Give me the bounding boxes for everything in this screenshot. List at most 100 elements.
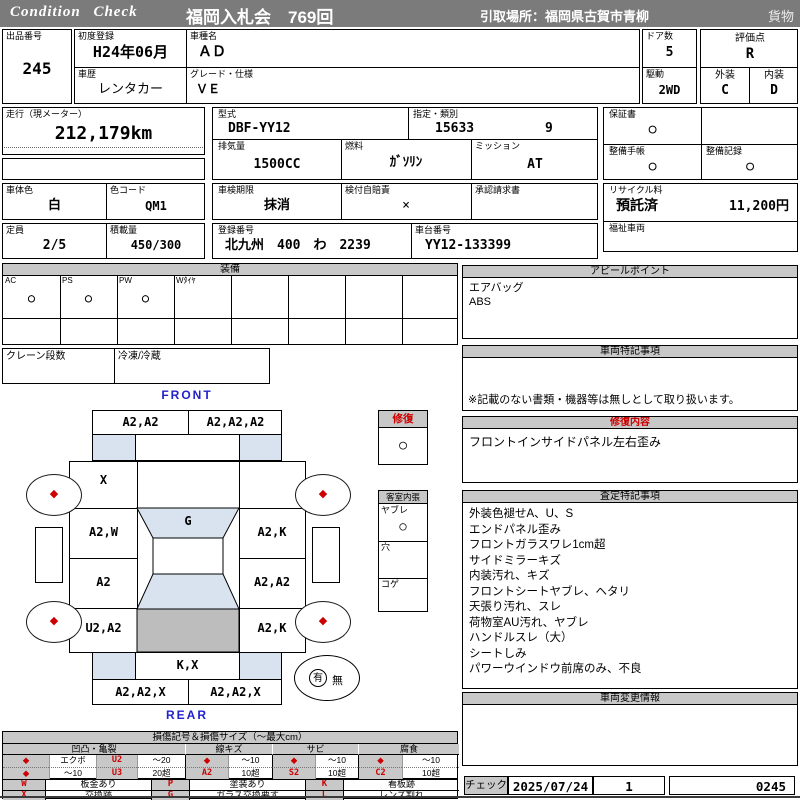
legend-title: 損傷記号＆損傷サイズ（～最大cm）	[3, 732, 457, 744]
body-color-box: 車体色 白 色コード QM1	[2, 183, 205, 220]
check-date: 2025/07/24	[512, 779, 589, 794]
legend-size-u2: ～20	[137, 755, 185, 767]
panel-right-codes: A2,A2	[253, 575, 291, 589]
repair-content-body: フロントインサイドパネル左右歪み	[462, 428, 798, 483]
assessment-item: シートしみ	[469, 647, 527, 660]
check-date-box: 2025/07/24	[508, 776, 593, 795]
crane-box: クレーン段数	[2, 348, 115, 384]
doors-label: ドア数	[646, 31, 674, 41]
repair-flag-title: 修復	[379, 411, 427, 428]
cabin-hole-label: 穴	[381, 542, 391, 552]
code-x: X	[3, 790, 45, 800]
legend-size-c2: 10超	[402, 767, 459, 779]
recycle-fee: 11,200円	[729, 199, 789, 214]
legend-rust-small: ～10	[315, 755, 358, 767]
assessment-item: フロントシートヤブレ、ヘタリ	[469, 585, 630, 598]
equipment-grid: AC ○ PS ○ PW ○ Wﾀｲﾔ	[2, 275, 458, 345]
maintenance-record-value: ○	[746, 159, 754, 174]
repair-content-text: フロントインサイドパネル左右歪み	[469, 435, 662, 449]
capacity-box: 定員 2/5 積載量 450/300	[2, 223, 205, 259]
chassis-no-value: YY12-133399	[425, 238, 512, 253]
inspection-value: 抹消	[263, 198, 290, 213]
front-cowl-left	[92, 434, 136, 461]
tire-mark-icon: ◆	[318, 615, 328, 627]
diamond-icon: ◆	[377, 755, 384, 765]
color-code-label: 色コード	[110, 185, 147, 195]
load-label: 積載量	[110, 225, 138, 235]
rear-gate-codes: K,X	[176, 658, 199, 672]
equipment-pw-value: ○	[141, 291, 150, 305]
chassis-no-label: 車台番号	[415, 225, 452, 235]
crane-label: クレーン段数	[6, 351, 66, 362]
model-name-label: 車種名	[190, 31, 218, 41]
capacity-label: 定員	[6, 225, 25, 235]
assessment-item: サイドミラーキズ	[469, 554, 561, 567]
cabin-tear-value: ○	[399, 519, 407, 533]
spare-no: 無	[332, 675, 343, 687]
body-color-value: 白	[47, 198, 61, 213]
front-cowl-right	[239, 434, 282, 461]
recycle-label: リサイクル料	[609, 185, 663, 195]
first-registration-label: 初度登録	[78, 31, 115, 41]
warranty-value: ○	[648, 122, 657, 137]
assessment-item: エンドパネル歪み	[469, 523, 561, 536]
vehicle-notes-disclaimer: ※記載のない書類・機器等は無しとして取り扱います。	[468, 394, 740, 406]
history-value: レンタカー	[97, 82, 163, 97]
mileage-extra-box	[2, 158, 205, 180]
rear-gate-cell: K,X	[135, 652, 240, 680]
warranty-label: 保証書	[609, 109, 637, 119]
diagram-rear-label: REAR	[165, 708, 208, 722]
wheel-front-left: ◆	[26, 474, 82, 516]
legend-code-u2: U2	[96, 755, 137, 767]
rear-cowl-left	[92, 652, 136, 680]
code-x-desc: 交換跡	[45, 790, 151, 800]
doors-value: 5	[665, 45, 674, 60]
mileage-label: 走行（現メーター）	[6, 109, 88, 119]
spare-yes-circled: 有	[309, 669, 327, 687]
model-name-value: ＡＤ	[198, 44, 226, 60]
score-box: 評価点 R 外装 C 内装 D	[700, 29, 798, 104]
mileage-box: 走行（現メーター） 212,179km	[2, 107, 205, 155]
cabin-tear-label: ヤブレ	[381, 505, 409, 515]
code-k-desc: 看板跡	[343, 780, 459, 790]
body-color-label: 車体色	[6, 185, 34, 195]
damage-legend: 損傷記号＆損傷サイズ（～最大cm） 凹凸・亀裂 線キズ サビ 腐食 ◆ エクボ …	[2, 731, 459, 779]
assessment-item: 内装汚れ、キズ	[469, 570, 550, 582]
fridge-label: 冷凍/冷蔵	[118, 351, 161, 362]
repair-flag-box: 修復 ○	[378, 410, 428, 465]
diamond-icon: ◆	[203, 755, 211, 765]
wheel-rear-right: ◆	[295, 601, 351, 643]
legend-size-s2: 10超	[315, 767, 358, 779]
lot-number-box: 出品番号 245	[2, 29, 72, 104]
spare-tire-indicator: 有 無	[294, 655, 360, 701]
legend-group-scratch: 線キズ	[185, 744, 272, 755]
header-bar: Condition Check 福岡入札会 769回 引取場所：福岡県古賀市青柳…	[0, 0, 800, 27]
class-code-value1: 15633	[435, 121, 475, 136]
interior-grade-value: D	[770, 83, 778, 98]
code-l-desc: レンズ割れ	[343, 790, 459, 800]
transmission-label: ミッション	[475, 141, 521, 151]
legend-corrosion-small: ～10	[402, 755, 459, 767]
class-code-label: 指定・類別	[413, 109, 459, 119]
mileage-value: 212,179km	[54, 123, 153, 144]
model-code-label: 型式	[218, 109, 237, 119]
diamond-icon: ◆	[22, 755, 30, 765]
legend-group-dents: 凹凸・亀裂	[3, 744, 185, 755]
rear-bumper: A2,A2,X A2,A2,X	[92, 679, 282, 705]
legend-dent2-small: ～10	[49, 767, 96, 779]
code-w: W	[3, 780, 45, 790]
exterior-grade-label: 外装	[715, 70, 735, 81]
door-left-codes: A2,W	[89, 525, 118, 539]
capacity-value: 2/5	[42, 238, 67, 253]
assessment-item: パワーウインドウ前席のみ、不良	[469, 663, 642, 675]
first-registration-value: H24年06月	[92, 43, 169, 61]
front-bumper-left-codes: A2,A2	[122, 415, 159, 429]
panel-left-codes: A2	[96, 575, 111, 589]
displacement-value: 1500CC	[253, 157, 301, 172]
assessment-body: 外装色褪せA、U、S エンドパネル歪み フロントガラスワレ1cm超 サイドミラー…	[462, 502, 798, 689]
displacement-label: 排気量	[218, 141, 246, 151]
side-step-left	[35, 527, 63, 583]
pickup-location: 引取場所：福岡県古賀市青柳	[480, 9, 650, 24]
interior-grade-label: 内装	[764, 70, 784, 81]
code-g-desc: ガラス交換要す	[189, 790, 305, 800]
